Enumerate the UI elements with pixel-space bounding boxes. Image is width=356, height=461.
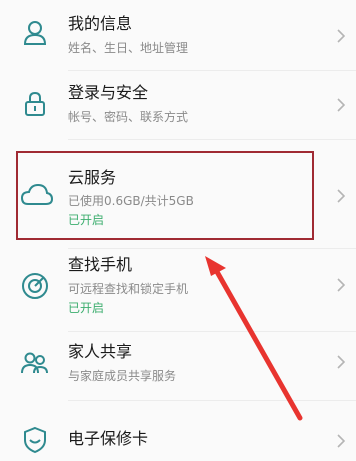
menu-item-title: 登录与安全 xyxy=(68,83,149,102)
chevron-right-icon xyxy=(336,28,346,44)
chevron-right-icon xyxy=(336,188,346,204)
chevron-right-icon xyxy=(336,97,346,113)
menu-item-subtitle: 帐号、密码、联系方式 xyxy=(68,110,189,124)
status-enabled-label: 已开启 xyxy=(68,301,105,315)
find-phone-icon xyxy=(20,271,50,301)
menu-item-my-info[interactable]: 我的信息 姓名、生日、地址管理 xyxy=(0,0,356,70)
menu-item-title: 查找手机 xyxy=(68,255,133,274)
chevron-right-icon xyxy=(336,433,346,449)
warranty-shield-icon xyxy=(20,425,50,455)
lock-icon xyxy=(20,89,50,119)
menu-item-title: 电子保修卡 xyxy=(68,429,149,448)
menu-item-title: 家人共享 xyxy=(68,342,133,361)
menu-item-family-share[interactable]: 家人共享 与家庭成员共享服务 xyxy=(0,332,356,400)
menu-item-subtitle: 与家庭成员共享服务 xyxy=(68,369,177,383)
highlight-box xyxy=(16,151,314,240)
chevron-right-icon xyxy=(336,354,346,370)
menu-item-find-phone[interactable]: 查找手机 可远程查找和锁定手机 已开启 xyxy=(0,249,356,331)
chevron-right-icon xyxy=(336,277,346,293)
person-icon xyxy=(20,18,50,48)
menu-item-subtitle: 可远程查找和锁定手机 xyxy=(68,282,189,296)
menu-item-subtitle: 姓名、生日、地址管理 xyxy=(68,41,189,55)
menu-item-title: 我的信息 xyxy=(68,14,133,33)
menu-item-warranty-card[interactable]: 电子保修卡 xyxy=(0,401,356,461)
family-share-icon xyxy=(20,348,50,378)
menu-item-login-security[interactable]: 登录与安全 帐号、密码、联系方式 xyxy=(0,71,356,139)
